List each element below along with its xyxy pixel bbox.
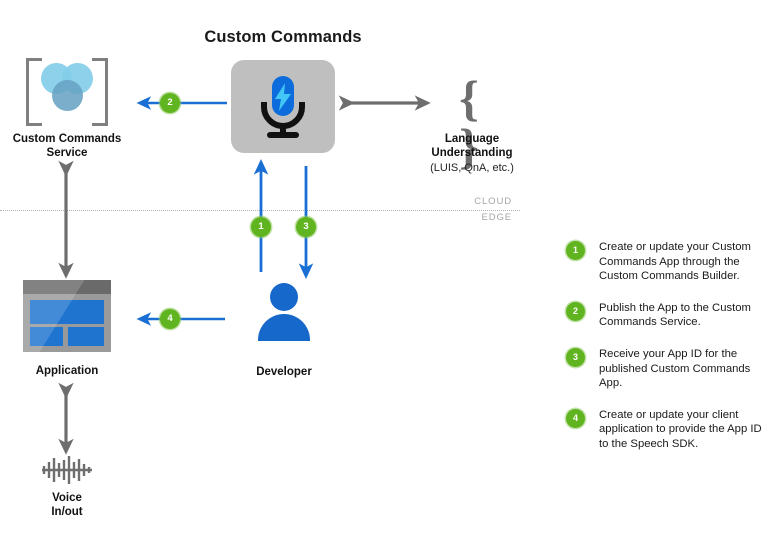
- audio-waveform-icon: [42, 456, 92, 484]
- legend-item: 2 Publish the App to the Custom Commands…: [566, 301, 762, 330]
- person-body: [258, 314, 310, 341]
- microphone-bolt-icon: [261, 75, 305, 138]
- developer-label: Developer: [256, 366, 312, 378]
- three-circles-brackets-icon: [26, 58, 108, 126]
- page-title: Custom Commands: [204, 28, 362, 46]
- window-titlebar: [23, 280, 111, 294]
- edge-label: EDGE: [481, 212, 512, 223]
- step-badge-4[interactable]: 4: [160, 309, 180, 329]
- person-icon: [258, 283, 310, 341]
- legend-item: 4 Create or update your client applicati…: [566, 408, 762, 452]
- legend-text: Receive your App ID for the published Cu…: [599, 347, 751, 390]
- custom-commands-service-label: Custom Commands Service: [0, 133, 134, 160]
- browser-window-icon: [23, 280, 111, 352]
- window-pane-top: [30, 300, 104, 324]
- cloud-edge-divider: [0, 210, 520, 211]
- bracket-right: [92, 58, 108, 126]
- legend-text: Create or update your Custom Commands Ap…: [599, 241, 751, 283]
- curly-braces-icon: { }: [459, 70, 485, 174]
- legend-item: 3 Receive your App ID for the published …: [566, 347, 762, 391]
- legend-item: 1 Create or update your Custom Commands …: [566, 240, 762, 284]
- window-pane-bottom-right: [68, 327, 104, 346]
- ccs-label-line2: Service: [46, 146, 88, 159]
- voice-label: Voice In/out: [0, 492, 134, 519]
- custom-commands-tile: [231, 60, 335, 153]
- application-label: Application: [35, 365, 99, 377]
- legend: 1 Create or update your Custom Commands …: [566, 240, 762, 469]
- voice-label-line1: Voice: [52, 492, 82, 504]
- window-pane-bottom-left: [30, 327, 63, 346]
- legend-text: Create or update your client application…: [599, 408, 762, 450]
- language-understanding-sublabel: (LUIS, QnA, etc.): [430, 162, 514, 174]
- step-badge-3[interactable]: 3: [296, 217, 316, 237]
- voice-label-line2: In/out: [51, 505, 83, 518]
- step-badge-2[interactable]: 2: [160, 93, 180, 113]
- legend-badge: 4: [566, 408, 585, 428]
- cloud-label: CLOUD: [474, 196, 512, 207]
- bracket-left: [26, 58, 42, 126]
- legend-badge: 1: [566, 241, 585, 260]
- person-head: [270, 283, 298, 311]
- language-understanding-label: Language Understanding: [405, 133, 539, 160]
- ccs-label-line1: Custom Commands: [12, 133, 122, 145]
- legend-badge: 2: [566, 301, 585, 321]
- diagram-canvas: Custom Commands CLOUD EDGE Custom Comman…: [0, 0, 768, 538]
- step-badge-1[interactable]: 1: [251, 217, 271, 237]
- legend-badge: 3: [566, 347, 585, 367]
- service-circle-3: [52, 80, 83, 111]
- lu-label-line2: Understanding: [431, 146, 513, 159]
- lu-label-line1: Language: [444, 133, 500, 145]
- legend-text: Publish the App to the Custom Commands S…: [599, 301, 751, 329]
